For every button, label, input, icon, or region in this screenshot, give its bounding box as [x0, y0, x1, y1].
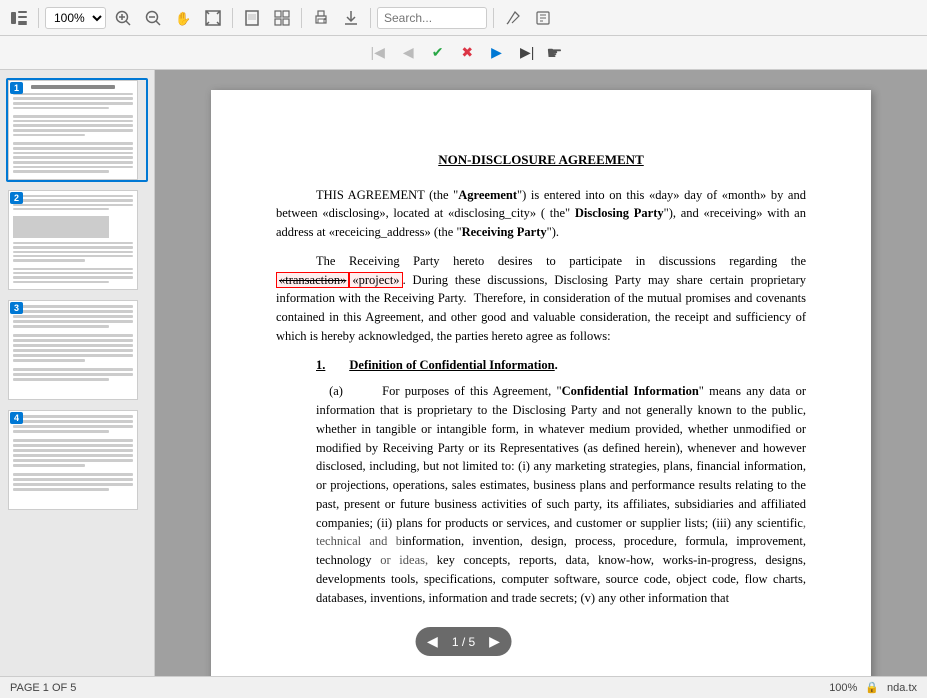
thumbnail-3[interactable]: 3 — [6, 298, 148, 402]
nav-prev-button[interactable]: ◀ — [397, 42, 420, 64]
thumb-img-1 — [8, 80, 138, 180]
page-next-button[interactable]: ▶ — [485, 631, 504, 652]
zoom-level: 100% — [829, 682, 857, 694]
sidebar-toggle-button[interactable] — [6, 8, 32, 28]
tracked-change-insert: «project» — [349, 272, 402, 288]
thumb-num-3: 3 — [10, 302, 23, 314]
view-grid-button[interactable] — [269, 7, 295, 29]
find-toolbar: |◀ ◀ ✔ ✖ ▶ ▶| ☛ — [0, 36, 927, 70]
edit-button[interactable] — [530, 7, 556, 29]
nav-accept-button[interactable]: ✔ — [426, 42, 450, 64]
filename: nda.tx — [887, 682, 917, 694]
zoom-select[interactable]: 100% — [45, 7, 106, 29]
main-toolbar: 100% ✋ — [0, 0, 927, 36]
thumbnail-1[interactable]: 1 — [6, 78, 148, 182]
thumb-num-1: 1 — [10, 82, 23, 94]
download-button[interactable] — [338, 7, 364, 29]
nav-first-button[interactable]: |◀ — [365, 42, 391, 64]
thumb-num-4: 4 — [10, 412, 23, 424]
zoom-out-button[interactable] — [140, 7, 166, 29]
document-viewer: NON-DISCLOSURE AGREEMENT THIS AGREEMENT … — [155, 70, 927, 676]
section-1-title: 1.Definition of Confidential Information… — [276, 356, 806, 375]
cursor-icon: ☛ — [546, 43, 562, 64]
doc-title: NON-DISCLOSURE AGREEMENT — [276, 150, 806, 170]
tracked-change-strikethrough: «transaction» — [276, 272, 349, 288]
page-nav-overlay: ◀ 1 / 5 ▶ — [415, 627, 512, 656]
main-area: 1 2 — [0, 70, 927, 676]
thumb-img-3 — [8, 300, 138, 400]
thumbnail-2[interactable]: 2 — [6, 188, 148, 292]
view-single-button[interactable] — [239, 7, 265, 29]
separator-3 — [301, 8, 302, 28]
document-page: NON-DISCLOSURE AGREEMENT THIS AGREEMENT … — [211, 90, 871, 676]
search-input[interactable] — [377, 7, 487, 29]
separator-4 — [370, 8, 371, 28]
thumb-img-4 — [8, 410, 138, 510]
thumbnail-4[interactable]: 4 — [6, 408, 148, 512]
doc-purpose-paragraph: The Receiving Party hereto desires to pa… — [276, 252, 806, 346]
separator-2 — [232, 8, 233, 28]
thumbnail-sidebar: 1 2 — [0, 70, 155, 676]
print-button[interactable] — [308, 7, 334, 29]
nav-reject-button[interactable]: ✖ — [455, 42, 479, 64]
nav-next-button[interactable]: ▶ — [485, 42, 508, 64]
thumb-num-2: 2 — [10, 192, 23, 204]
doc-intro-paragraph: THIS AGREEMENT (the "Agreement") is ente… — [276, 186, 806, 242]
separator-1 — [38, 8, 39, 28]
page-info: PAGE 1 OF 5 — [10, 682, 76, 694]
separator-5 — [493, 8, 494, 28]
zoom-in-button[interactable] — [110, 7, 136, 29]
page-prev-button[interactable]: ◀ — [423, 631, 442, 652]
fit-page-button[interactable] — [200, 7, 226, 29]
status-bar: PAGE 1 OF 5 100% 🔒 nda.tx — [0, 676, 927, 698]
annotate-button[interactable] — [500, 7, 526, 29]
svg-text:✋: ✋ — [175, 11, 191, 26]
section-1a-paragraph: (a) For purposes of this Agreement, "Con… — [276, 382, 806, 607]
nav-last-button[interactable]: ▶| — [514, 42, 540, 64]
pan-button[interactable]: ✋ — [170, 7, 196, 29]
page-nav-text: 1 / 5 — [448, 635, 479, 649]
thumb-img-2 — [8, 190, 138, 290]
lock-icon: 🔒 — [865, 681, 879, 694]
status-right: 100% 🔒 nda.tx — [829, 681, 917, 694]
